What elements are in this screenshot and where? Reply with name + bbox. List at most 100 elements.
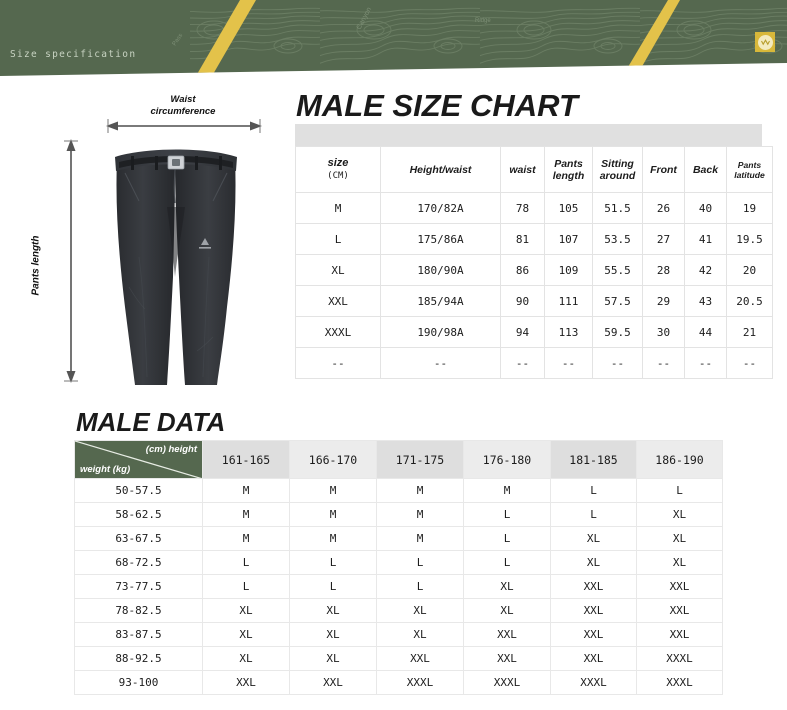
size-recommendation-cell: XL [636,526,723,551]
size-chart-cell: 20.5 [726,285,773,317]
weight-range-cell: 93-100 [74,670,203,695]
table-row: L 175/86A 81 107 53.5 27 41 19.5 [295,223,773,255]
size-chart-cell: 19.5 [726,223,773,255]
table-row: 78-82.5 XL XL XL XL XXL XXL [74,598,723,623]
size-recommendation-cell: XL [463,598,551,623]
size-recommendation-cell: L [376,574,464,599]
table-row: 58-62.5 M M M L L XL [74,502,723,527]
banner-title: Size specification [10,49,137,60]
size-recommendation-cell: L [202,574,290,599]
weight-range-cell: 83-87.5 [74,622,203,647]
col-header-sitting-around: Sitting around [592,146,643,193]
size-chart-body: M 170/82A 78 105 51.5 26 40 19 L 175/86A 81 107 53.5… [295,192,773,379]
table-row: 88-92.5 XL XL XXL XXL XXL XXXL [74,646,723,671]
size-chart-cell: XXXL [295,316,381,348]
table-row: XXXL 190/98A 94 113 59.5 30 44 21 [295,316,773,348]
size-recommendation-cell: XXXL [550,670,637,695]
col-header-front: Front [642,146,685,193]
size-recommendation-cell: L [376,550,464,575]
size-recommendation-cell: XXL [463,646,551,671]
corner-weight-label: weight (kg) [80,464,131,475]
page-banner: Canyon Ridge Pass Size specification [0,0,787,76]
size-chart-cell: 109 [544,254,593,286]
size-recommendation-cell: XL [202,598,290,623]
size-recommendation-cell: L [550,478,637,503]
size-recommendation-cell: M [463,478,551,503]
size-recommendation-cell: M [376,526,464,551]
male-data-header-row: (cm) height weight (kg) 161-165 166-170 17… [74,440,723,479]
size-chart-cell: -- [380,347,501,379]
size-recommendation-cell: XL [289,622,377,647]
size-chart-cell: 41 [684,223,727,255]
size-chart-cell: 55.5 [592,254,643,286]
size-recommendation-cell: XL [550,526,637,551]
size-chart-cell: 29 [642,285,685,317]
table-row: 50-57.5 M M M M L L [74,478,723,503]
size-chart-cell: -- [544,347,593,379]
col-header-waist: waist [500,146,545,193]
male-data-table-wrap: (cm) height weight (kg) 161-165 166-170 17… [74,440,723,695]
size-recommendation-cell: L [289,574,377,599]
table-row: M 170/82A 78 105 51.5 26 40 19 [295,192,773,224]
weight-range-cell: 68-72.5 [74,550,203,575]
pants-product-image [115,149,237,385]
size-recommendation-cell: L [550,502,637,527]
col-header-back: Back [684,146,727,193]
brand-badge [755,32,775,52]
size-recommendation-cell: XL [202,646,290,671]
weight-range-cell: 73-77.5 [74,574,203,599]
size-recommendation-cell: XXL [636,574,723,599]
size-chart-cell: 51.5 [592,192,643,224]
size-chart-cell: 105 [544,192,593,224]
size-recommendation-cell: XL [202,622,290,647]
male-size-chart-table: size (CM) Height/waist waist Pants lengt… [295,146,773,379]
table-row: 73-77.5 L L L XL XXL XXL [74,574,723,599]
size-chart-cell: 59.5 [592,316,643,348]
table-row: 93-100 XXL XXL XXXL XXXL XXXL XXXL [74,670,723,695]
table-row: 63-67.5 M M M L XL XL [74,526,723,551]
size-recommendation-cell: XL [550,550,637,575]
weight-range-cell: 58-62.5 [74,502,203,527]
height-range-header: 176-180 [463,440,551,479]
size-chart-cell: 28 [642,254,685,286]
size-chart-cell: XL [295,254,381,286]
col-header-size: size (CM) [295,146,381,193]
size-recommendation-cell: M [202,502,290,527]
size-chart-cell: 21 [726,316,773,348]
weight-range-cell: 88-92.5 [74,646,203,671]
size-recommendation-cell: XXXL [463,670,551,695]
col-header-pants-length: Pants length [544,146,593,193]
brand-logo-icon [757,34,773,50]
size-recommendation-cell: L [636,478,723,503]
size-recommendation-cell: L [202,550,290,575]
male-data-title: MALE DATA [76,407,226,437]
size-recommendation-cell: M [289,478,377,503]
size-chart-cell: 86 [500,254,545,286]
size-chart-cell: 40 [684,192,727,224]
male-size-chart-title: MALE SIZE CHART [296,88,578,123]
waist-circumference-label: Waist circumference [150,94,216,117]
banner-background: Canyon Ridge Pass [0,0,787,76]
size-chart-cell: 170/82A [380,192,501,224]
size-recommendation-cell: M [289,502,377,527]
height-range-header: 186-190 [636,440,723,479]
size-chart-cell: 180/90A [380,254,501,286]
size-recommendation-cell: XXL [289,670,377,695]
height-range-header: 181-185 [550,440,637,479]
size-recommendation-cell: XL [376,598,464,623]
size-chart-cell: 185/94A [380,285,501,317]
size-recommendation-cell: M [376,502,464,527]
size-recommendation-cell: XXL [636,622,723,647]
pants-measurement-diagram: Waist circumference Pants length [31,85,290,390]
size-recommendation-cell: M [289,526,377,551]
size-chart-cell: 113 [544,316,593,348]
size-chart-cell: -- [592,347,643,379]
size-chart-cell: 111 [544,285,593,317]
size-chart-cell: 42 [684,254,727,286]
size-chart-cell: -- [295,347,381,379]
size-recommendation-cell: XXL [550,646,637,671]
size-recommendation-cell: XL [463,574,551,599]
size-chart-cell: 53.5 [592,223,643,255]
size-recommendation-cell: XXL [550,574,637,599]
size-recommendation-cell: XXXL [636,646,723,671]
